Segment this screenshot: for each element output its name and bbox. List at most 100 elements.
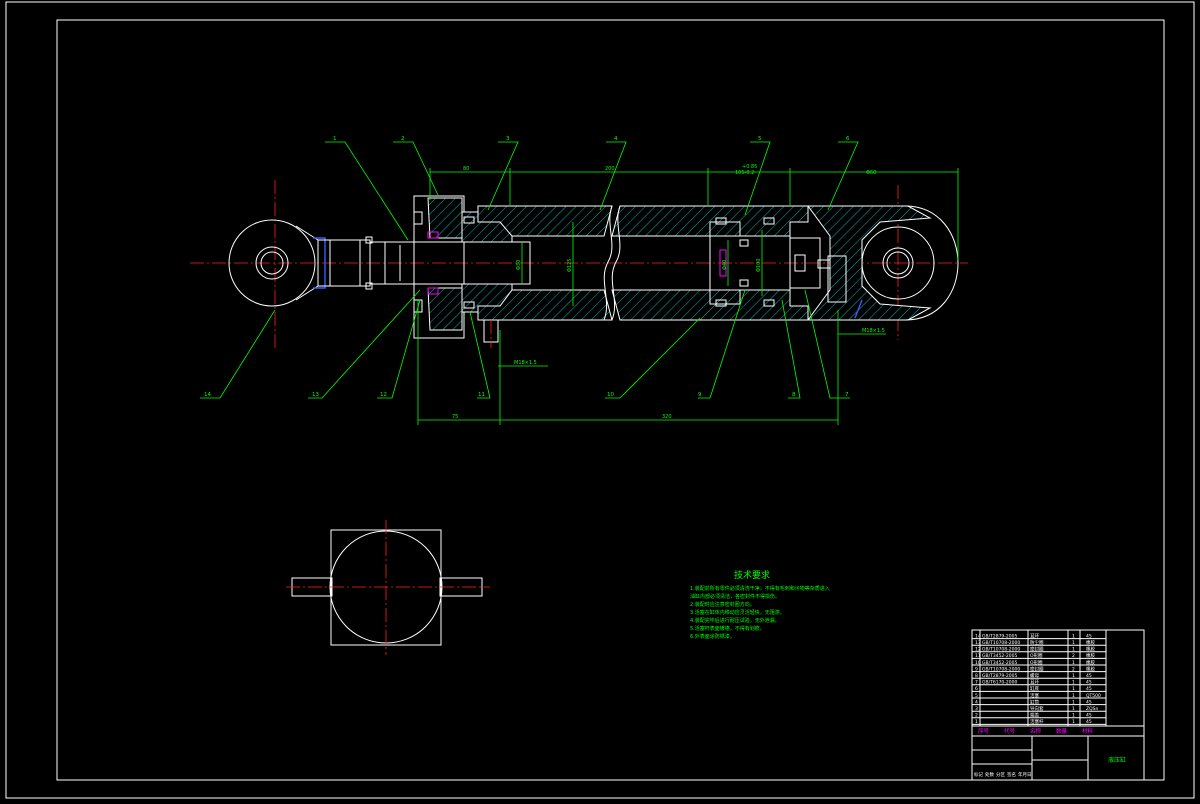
parts-cell: 7 [975, 680, 978, 686]
dim-top-left: 80 [463, 166, 469, 172]
parts-cell: 12 [975, 647, 981, 653]
parts-cell: O形圈 [1030, 659, 1043, 666]
parts-cell: 活塞杆 [1030, 718, 1044, 725]
parts-cell: 1 [1072, 713, 1075, 719]
parts-cell: GB/T3452-2005 [982, 653, 1018, 659]
parts-cell: 缸底 [1030, 685, 1039, 692]
parts-footer-label: 序号 [978, 727, 990, 735]
parts-cell: GB/T2879-2005 [982, 673, 1018, 679]
parts-cell: GB/T6170-2000 [982, 680, 1018, 686]
dim-piston-b: Φ100 [756, 259, 762, 272]
parts-cell: 45 [1086, 686, 1092, 692]
parts-cell: 1 [1072, 693, 1075, 699]
parts-cell: 2 [1072, 666, 1075, 672]
balloon-3: 3 [506, 136, 510, 142]
drawing-name: 液压缸 [1108, 756, 1126, 764]
parts-cell: 导向套 [1030, 705, 1044, 712]
parts-cell: 1 [975, 719, 978, 725]
dim-bottom-left: 75 [452, 414, 458, 420]
parts-cell: GB/T10708-2000 [982, 647, 1020, 653]
dim-bottom-right: 320 [662, 414, 672, 420]
cylinder-section-view [190, 180, 968, 350]
parts-cell: 2 [975, 713, 978, 719]
parts-cell: 缸筒 [1030, 698, 1039, 705]
dim-top-mid: 200 [605, 166, 615, 172]
tech-requirements: 技术要求 1.装配前所有零件必须清洗干净，不得有毛刺和污物等杂质进入 油缸内部必… [690, 569, 830, 640]
revision-label: 处数 [985, 771, 994, 778]
balloon-9: 9 [698, 392, 702, 398]
parts-cell: 5 [975, 693, 978, 699]
parts-cell: 8 [975, 673, 978, 679]
drawing-svg: 80 200 +0.85 105-0.2 Φ60 75 320 M18×1.5 … [5, 1, 1195, 799]
parts-footer-label: 名称 [1030, 727, 1042, 735]
parts-cell: ZQSn [1086, 706, 1098, 712]
dim-bore-diameter: Φ125 [567, 259, 573, 272]
balloon-4: 4 [614, 136, 618, 142]
parts-cell: 1 [1072, 640, 1075, 646]
parts-cell: 4 [975, 699, 978, 705]
parts-cell: 橡胶 [1086, 646, 1095, 653]
parts-list: 14 GB/T2879-2005 耳环 1 4513 GB/T10708-2000 防尘圈 1… [972, 630, 1107, 726]
tech-line-3: 2.装配时应注意密封圈方向。 [690, 601, 755, 608]
parts-cell: 螺母 [1030, 672, 1039, 679]
balloon-12: 12 [380, 392, 387, 398]
parts-cell: 1 [1072, 673, 1075, 679]
parts-cell: GB/T2879-2005 [982, 633, 1018, 639]
dim-piston-a: Φ40 [722, 260, 728, 270]
revision-label: 年月日 [1018, 771, 1032, 778]
dim-top-small-b: 105-0.2 [735, 170, 754, 176]
parts-cell: 橡胶 [1086, 639, 1095, 646]
parts-cell: 1 [1072, 647, 1075, 653]
parts-cell: 45 [1086, 633, 1092, 639]
tech-line-6: 5.活塞杆表面镀铬，不得有划痕。 [690, 625, 765, 632]
parts-cell: O形圈 [1030, 652, 1043, 659]
parts-cell: 密封圈 [1030, 646, 1044, 653]
parts-footer-label: 材料 [1082, 727, 1094, 735]
parts-cell: 1 [1072, 719, 1075, 725]
dim-top-right: Φ60 [866, 170, 876, 176]
parts-cell: 1 [1072, 699, 1075, 705]
parts-cell: 耳环 [1030, 680, 1039, 686]
parts-cell: 1 [1072, 633, 1075, 639]
parts-row: 7 GB/T6170-2000 耳环 1 45 [975, 680, 1092, 686]
parts-row: 14 GB/T2879-2005 耳环 1 45 [975, 633, 1092, 639]
parts-cell: 端盖 [1030, 712, 1039, 719]
balloon-7: 7 [845, 392, 849, 398]
cad-drawing-canvas[interactable]: 80 200 +0.85 105-0.2 Φ60 75 320 M18×1.5 … [0, 0, 1200, 800]
parts-cell: 45 [1086, 680, 1092, 686]
balloon-2: 2 [401, 136, 405, 142]
parts-cell: 13 [975, 640, 981, 646]
balloon-8: 8 [792, 392, 796, 398]
tech-line-4: 3.活塞在缸体内移动应灵活轻快，无阻滞。 [690, 609, 785, 616]
parts-cell: 45 [1086, 699, 1092, 705]
balloon-1: 1 [333, 136, 337, 142]
parts-cell: 1 [1072, 706, 1075, 712]
parts-cell: GB/T10708-2000 [982, 640, 1020, 646]
balloon-6: 6 [846, 136, 850, 142]
parts-cell: 3 [975, 706, 978, 712]
revision-label: 签名 [1007, 771, 1016, 778]
parts-cell: GB/T10708-2000 [982, 666, 1020, 672]
parts-footer-label: 数量 [1056, 727, 1068, 735]
parts-cell: 45 [1086, 719, 1092, 725]
parts-cell: 11 [975, 653, 981, 659]
dim-rod-diameter: Φ30 [516, 260, 522, 270]
tech-line-2: 油缸内部必须清洁，各密封件不得损伤。 [690, 593, 780, 600]
title-block: 液压缸 14 GB/T2879-2005 耳环 1 4513 GB/T10708-2000… [971, 629, 1145, 781]
parts-cell: 1 [1072, 660, 1075, 666]
parts-cell: 防尘圈 [1030, 639, 1044, 646]
parts-cell: 密封圈 [1030, 665, 1044, 672]
dim-port-right: M18×1.5 [862, 328, 885, 334]
tech-line-1: 1.装配前所有零件必须清洗干净，不得有毛刺和污物等杂质进入 [690, 585, 830, 592]
parts-cell: 10 [975, 660, 981, 666]
dim-port-left: M18×1.5 [514, 360, 537, 366]
balloon-13: 13 [312, 392, 319, 398]
tech-line-7: 6.外表面涂防锈漆。 [690, 633, 735, 640]
parts-footer-label: 代号 [1004, 727, 1016, 735]
balloon-14: 14 [204, 392, 211, 398]
parts-cell: GB/T3452-2005 [982, 660, 1018, 666]
tech-title: 技术要求 [734, 569, 770, 581]
parts-cell: 橡胶 [1086, 652, 1095, 659]
parts-cell: 耳环 [1030, 633, 1039, 639]
parts-cell: 45 [1086, 673, 1092, 679]
